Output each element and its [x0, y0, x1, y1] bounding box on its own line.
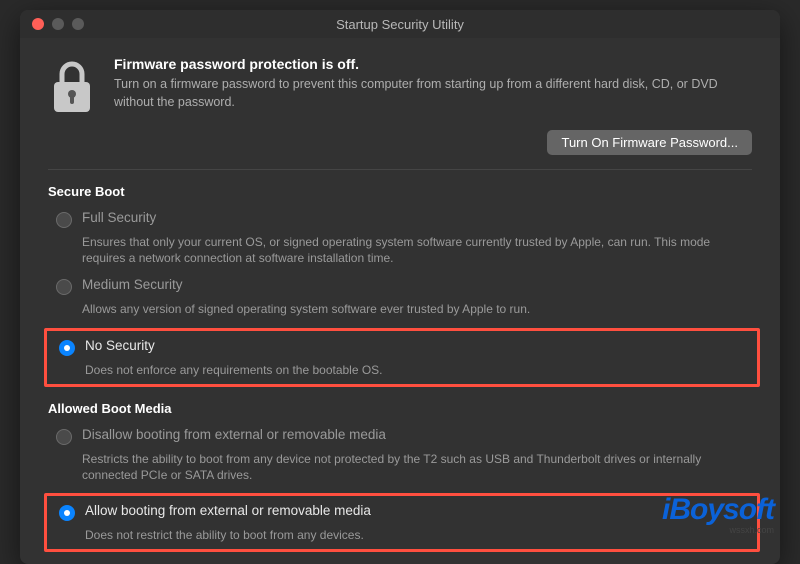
turn-on-firmware-button[interactable]: Turn On Firmware Password... [547, 130, 752, 155]
minimize-icon [52, 18, 64, 30]
close-icon[interactable] [32, 18, 44, 30]
radio-icon [59, 340, 75, 356]
maximize-icon [72, 18, 84, 30]
radio-icon [59, 505, 75, 521]
firmware-section: Firmware password protection is off. Tur… [48, 56, 752, 130]
startup-security-window: Startup Security Utility Firmware passwo… [20, 10, 780, 564]
radio-desc: Does not enforce any requirements on the… [51, 362, 749, 380]
boot-media-title: Allowed Boot Media [48, 401, 752, 416]
radio-desc: Restricts the ability to boot from any d… [48, 451, 752, 491]
highlight-no-security: No Security Does not enforce any require… [44, 328, 760, 387]
lock-icon [48, 58, 96, 116]
radio-desc: Allows any version of signed operating s… [48, 301, 752, 325]
radio-label: Allow booting from external or removable… [85, 503, 371, 518]
window-title: Startup Security Utility [30, 17, 770, 32]
radio-icon [56, 429, 72, 445]
radio-medium-security[interactable]: Medium Security [48, 274, 752, 301]
radio-disallow-external[interactable]: Disallow booting from external or remova… [48, 424, 752, 451]
radio-label: Full Security [82, 210, 156, 225]
firmware-desc: Turn on a firmware password to prevent t… [114, 76, 752, 111]
watermark-brand: iBoysoft [662, 493, 774, 527]
radio-label: No Security [85, 338, 155, 353]
secure-boot-title: Secure Boot [48, 184, 752, 199]
radio-icon [56, 212, 72, 228]
watermark: iBoysoft wssxh.com [662, 493, 774, 535]
divider [48, 169, 752, 170]
highlight-allow-external: Allow booting from external or removable… [44, 493, 760, 552]
radio-icon [56, 279, 72, 295]
radio-label: Medium Security [82, 277, 183, 292]
titlebar: Startup Security Utility [20, 10, 780, 38]
window-controls [32, 18, 84, 30]
radio-allow-external[interactable]: Allow booting from external or removable… [51, 500, 749, 527]
firmware-heading: Firmware password protection is off. [114, 56, 752, 72]
radio-no-security[interactable]: No Security [51, 335, 749, 362]
radio-full-security[interactable]: Full Security [48, 207, 752, 234]
radio-desc: Ensures that only your current OS, or si… [48, 234, 752, 274]
radio-desc: Does not restrict the ability to boot fr… [51, 527, 749, 545]
radio-label: Disallow booting from external or remova… [82, 427, 386, 442]
